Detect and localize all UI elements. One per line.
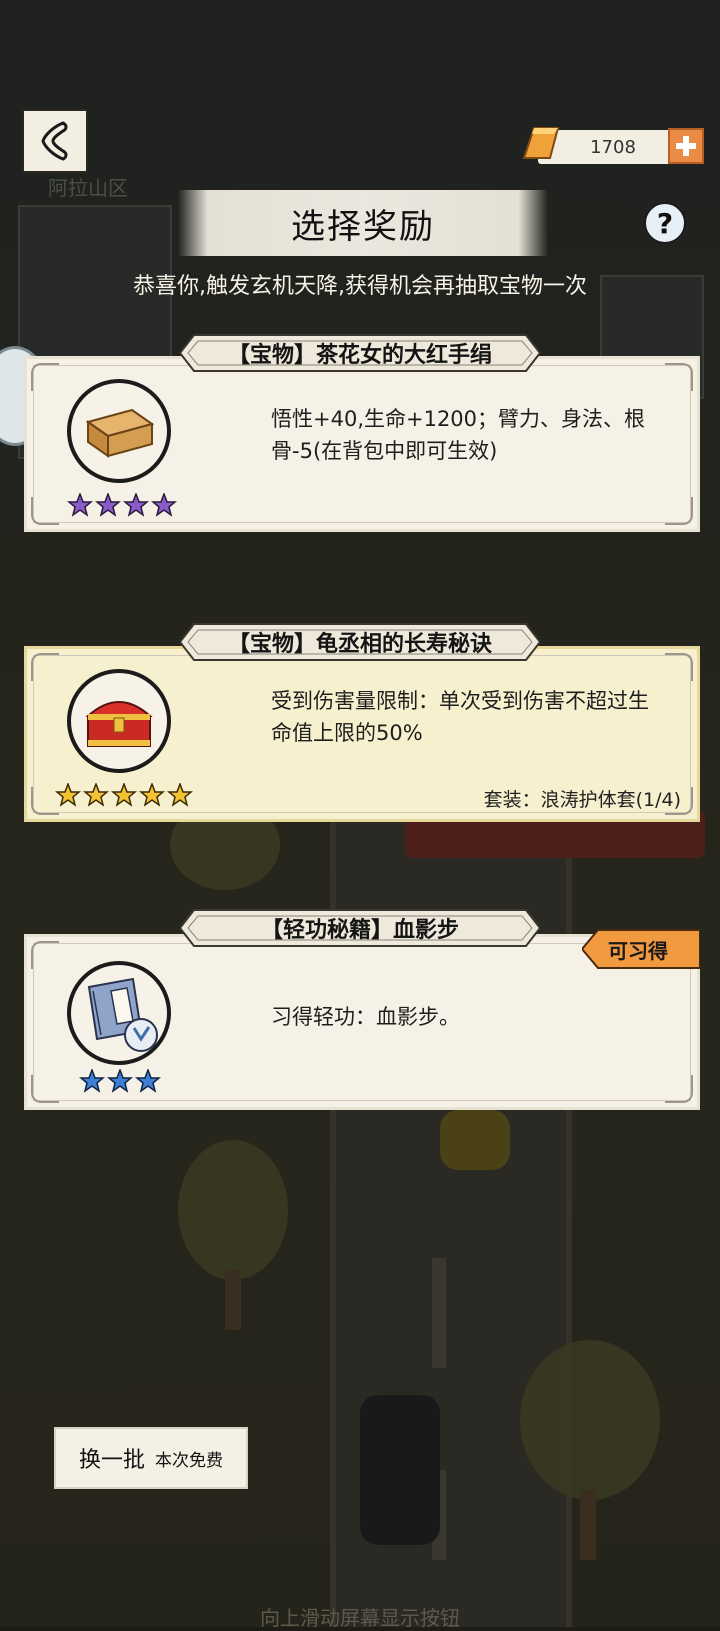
tree	[178, 1140, 288, 1280]
item-description: 习得轻功：血影步。	[271, 1005, 460, 1029]
district-sign: 阿拉山区	[48, 176, 128, 200]
reward-card-2[interactable]: 受到伤害量限制：单次受到伤害不超过生命值上限的50% 套装：浪涛护体套(1/4)	[24, 646, 700, 822]
star-rating	[55, 783, 193, 807]
star-icon	[139, 783, 165, 807]
lane-mark	[432, 1258, 446, 1368]
tree-trunk	[225, 1270, 241, 1330]
gold-currency: 1708	[520, 127, 708, 166]
learnable-tag: 可习得	[580, 928, 701, 970]
refresh-label: 换一批	[78, 1448, 145, 1473]
back-button[interactable]	[22, 109, 88, 173]
star-icon	[123, 493, 149, 517]
plus-icon	[676, 136, 696, 156]
help-button[interactable]: ?	[644, 202, 686, 244]
item-name-ribbon: 【宝物】龟丞相的长寿秘诀	[180, 620, 540, 664]
item-description: 受到伤害量限制：单次受到伤害不超过生命值上限的50%	[271, 689, 649, 745]
star-rating	[79, 1069, 161, 1093]
item-description: 悟性+40,生命+1200；臂力、身法、根骨-5(在背包中即可生效)	[271, 407, 646, 463]
star-icon	[167, 783, 193, 807]
book-icon	[67, 961, 171, 1065]
refresh-cost: 本次免费	[155, 1450, 223, 1471]
set-info: 套装：浪涛护体套(1/4)	[483, 789, 681, 811]
star-rating	[67, 493, 177, 517]
treasure-chest-icon	[67, 669, 171, 773]
item-name: 【轻功秘籍】血影步	[260, 918, 459, 943]
page-title: 选择奖励	[291, 206, 435, 247]
wooden-box-icon	[67, 379, 171, 483]
add-gold-button[interactable]	[668, 128, 704, 164]
star-icon	[79, 1069, 105, 1093]
star-icon	[95, 493, 121, 517]
tree-trunk	[580, 1490, 596, 1560]
gold-bar-icon	[522, 127, 560, 159]
back-arrow-icon	[41, 121, 68, 161]
star-icon	[67, 493, 93, 517]
star-icon	[83, 783, 109, 807]
car	[360, 1395, 440, 1545]
reward-card-1[interactable]: 悟性+40,生命+1200；臂力、身法、根骨-5(在背包中即可生效)	[24, 356, 700, 532]
car	[440, 1110, 510, 1170]
star-icon	[151, 493, 177, 517]
item-name: 【宝物】茶花女的大红手绢	[227, 343, 492, 368]
title-banner: 选择奖励	[178, 190, 548, 256]
star-icon	[135, 1069, 161, 1093]
subtitle: 恭喜你,触发玄机天降,获得机会再抽取宝物一次	[133, 274, 587, 299]
tree	[520, 1340, 660, 1500]
star-icon	[55, 783, 81, 807]
item-name-ribbon: 【宝物】茶花女的大红手绢	[180, 331, 540, 375]
item-name-ribbon: 【轻功秘籍】血影步	[180, 906, 540, 950]
refresh-button[interactable]: 换一批 本次免费	[54, 1427, 248, 1489]
star-icon	[111, 783, 137, 807]
item-name: 【宝物】龟丞相的长寿秘诀	[227, 632, 492, 657]
star-icon	[107, 1069, 133, 1093]
